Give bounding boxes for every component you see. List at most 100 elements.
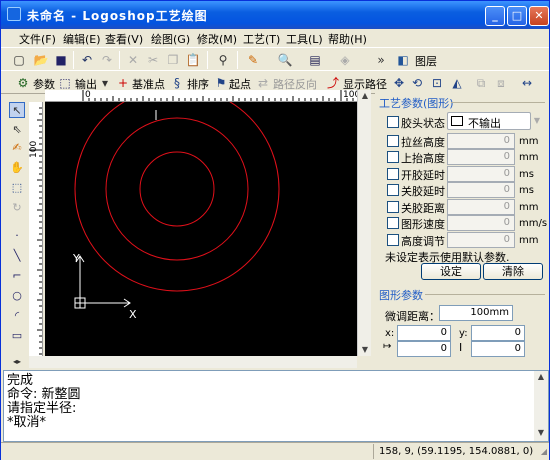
layers-icon[interactable]: ◧ — [395, 52, 411, 68]
object-icon[interactable]: ◈ — [337, 52, 353, 68]
nozzle-checkbox[interactable] — [387, 116, 399, 128]
refresh-icon[interactable]: ↻ — [9, 200, 25, 216]
toolbar-overflow-icon[interactable]: » — [373, 52, 389, 68]
resize-grip-icon[interactable]: ◢ — [541, 447, 547, 456]
select-tool-icon[interactable]: ↖ — [9, 102, 25, 118]
paste-icon[interactable]: 📋 — [185, 52, 201, 68]
align-icon[interactable]: ↔ — [519, 75, 535, 91]
arc-tool-icon[interactable]: ◜ — [9, 308, 25, 324]
maximize-button[interactable]: □ — [507, 6, 527, 26]
param-field[interactable]: 0 — [447, 166, 515, 182]
menu-tools[interactable]: 工具(L) — [286, 31, 323, 47]
basepoint-icon[interactable]: + — [115, 75, 131, 91]
menu-help[interactable]: 帮助(H) — [328, 31, 367, 47]
param-checkbox-lift-height[interactable] — [387, 151, 399, 163]
menu-edit[interactable]: 编辑(E) — [63, 31, 101, 47]
mirror-icon[interactable]: ◭ — [449, 75, 465, 91]
scale-icon[interactable]: ⊡ — [429, 75, 445, 91]
param-checkbox-drawing-height[interactable] — [387, 135, 399, 147]
pen-tool-icon[interactable]: ✎ — [245, 52, 261, 68]
scroll-down-icon[interactable]: ▼ — [534, 427, 548, 439]
param-field[interactable]: 0 — [447, 149, 515, 165]
param-checkbox-close-delay[interactable] — [387, 184, 399, 196]
chevron-down-icon[interactable]: ▼ — [530, 113, 544, 129]
param-field[interactable]: 0 — [447, 199, 515, 215]
toolbar-separator — [207, 51, 208, 69]
param-unit: ms — [519, 169, 534, 180]
output-dropdown-icon[interactable]: ▾ — [97, 75, 113, 91]
point-tool-icon[interactable]: · — [9, 228, 25, 244]
command-line: 命令: 新整圆 — [7, 387, 81, 402]
x-coordinate-input[interactable]: 0 — [397, 325, 451, 341]
group-icon[interactable]: ⧉ — [473, 75, 489, 91]
title-bar[interactable]: 未命名 - Logoshop工艺绘图 _ □ ✕ — [1, 1, 549, 29]
brush-icon[interactable]: ✍ — [9, 140, 25, 156]
app-icon[interactable] — [7, 7, 21, 21]
startpoint-icon[interactable]: ⚑ — [213, 75, 229, 91]
nozzle-select[interactable]: 不输出 ▼ — [447, 112, 540, 130]
param-checkbox-height-adjust[interactable] — [387, 234, 399, 246]
pan-hand-icon[interactable]: ✋ — [9, 160, 25, 176]
clear-button[interactable]: 清除 — [483, 263, 543, 280]
param-label: 开胶延时 — [401, 169, 445, 182]
cut-icon[interactable]: ✂ — [145, 52, 161, 68]
save-icon[interactable]: ■ — [53, 52, 69, 68]
layers-label[interactable]: 图层 — [415, 53, 437, 69]
params-icon[interactable]: ⚙ — [15, 75, 31, 91]
axis-x-label: X — [129, 308, 137, 321]
zoom-window-icon[interactable]: ⬚ — [9, 180, 25, 196]
scroll-up-icon[interactable]: ▲ — [358, 90, 372, 102]
command-scrollbar[interactable]: ▲ ▼ — [534, 371, 548, 441]
binoculars-icon[interactable]: ⚲ — [215, 52, 231, 68]
param-field[interactable]: 0 — [447, 133, 515, 149]
canvas-vertical-scrollbar[interactable]: ▲ ▼ — [357, 90, 371, 356]
offset-distance-input[interactable]: 100mm — [439, 305, 513, 321]
new-file-icon[interactable]: ▢ — [11, 52, 27, 68]
section-divider — [451, 102, 545, 103]
delete-icon[interactable]: ✕ — [125, 52, 141, 68]
x-label: x: — [385, 328, 395, 339]
open-folder-icon[interactable]: 📂 — [33, 52, 49, 68]
menu-modify[interactable]: 修改(M) — [197, 31, 237, 47]
line-tool-icon[interactable]: ╲ — [9, 248, 25, 264]
menu-draw[interactable]: 绘图(G) — [151, 31, 190, 47]
redo-icon[interactable]: ↷ — [99, 52, 115, 68]
param-field[interactable]: 0 — [447, 182, 515, 198]
window-title: 未命名 - Logoshop工艺绘图 — [27, 9, 208, 23]
set-button[interactable]: 设定 — [421, 263, 481, 280]
param-checkbox-close-distance[interactable] — [387, 201, 399, 213]
output-icon[interactable]: ⬚ — [57, 75, 73, 91]
reverse-icon[interactable]: ⇄ — [255, 75, 271, 91]
minimize-button[interactable]: _ — [485, 6, 505, 26]
menu-process[interactable]: 工艺(T) — [243, 31, 280, 47]
close-button[interactable]: ✕ — [529, 6, 549, 26]
param-field[interactable]: 0 — [447, 215, 515, 231]
undo-icon[interactable]: ↶ — [79, 52, 95, 68]
polyline-tool-icon[interactable]: ⌐ — [9, 268, 25, 284]
scroll-down-icon[interactable]: ▼ — [358, 344, 372, 356]
toolbox-scroll-icon[interactable]: ◂▸ — [9, 354, 25, 370]
param-checkbox-shape-speed[interactable] — [387, 217, 399, 229]
width-input[interactable]: 0 — [397, 341, 451, 357]
canvas-horizontal-scrollbar[interactable] — [29, 356, 357, 368]
height-input[interactable]: 0 — [471, 341, 525, 357]
param-field[interactable]: 0 — [447, 232, 515, 248]
ungroup-icon[interactable]: ⧈ — [493, 75, 509, 91]
menu-view[interactable]: 查看(V) — [105, 31, 143, 47]
param-checkbox-open-delay[interactable] — [387, 168, 399, 180]
rectangle-tool-icon[interactable]: ▭ — [9, 328, 25, 344]
circle-tool-icon[interactable]: ○ — [9, 288, 25, 304]
zoom-icon[interactable]: 🔍 — [277, 52, 293, 68]
sort-icon[interactable]: § — [169, 75, 185, 91]
menu-file[interactable]: 文件(F) — [19, 31, 56, 47]
showpath-icon[interactable]: ⤴ — [325, 75, 341, 91]
command-window[interactable]: 完成 命令: 新整圆 请指定半径: *取消* ▲ ▼ — [3, 370, 549, 442]
y-coordinate-input[interactable]: 0 — [471, 325, 525, 341]
page-icon[interactable]: ▤ — [307, 52, 323, 68]
copy-icon[interactable]: ❐ — [165, 52, 181, 68]
move-icon[interactable]: ✥ — [391, 75, 407, 91]
rotate-icon[interactable]: ⟲ — [409, 75, 425, 91]
drawing-canvas[interactable]: Y X — [45, 102, 357, 356]
node-select-icon[interactable]: ⇖ — [9, 122, 25, 138]
scroll-up-icon[interactable]: ▲ — [534, 371, 548, 383]
